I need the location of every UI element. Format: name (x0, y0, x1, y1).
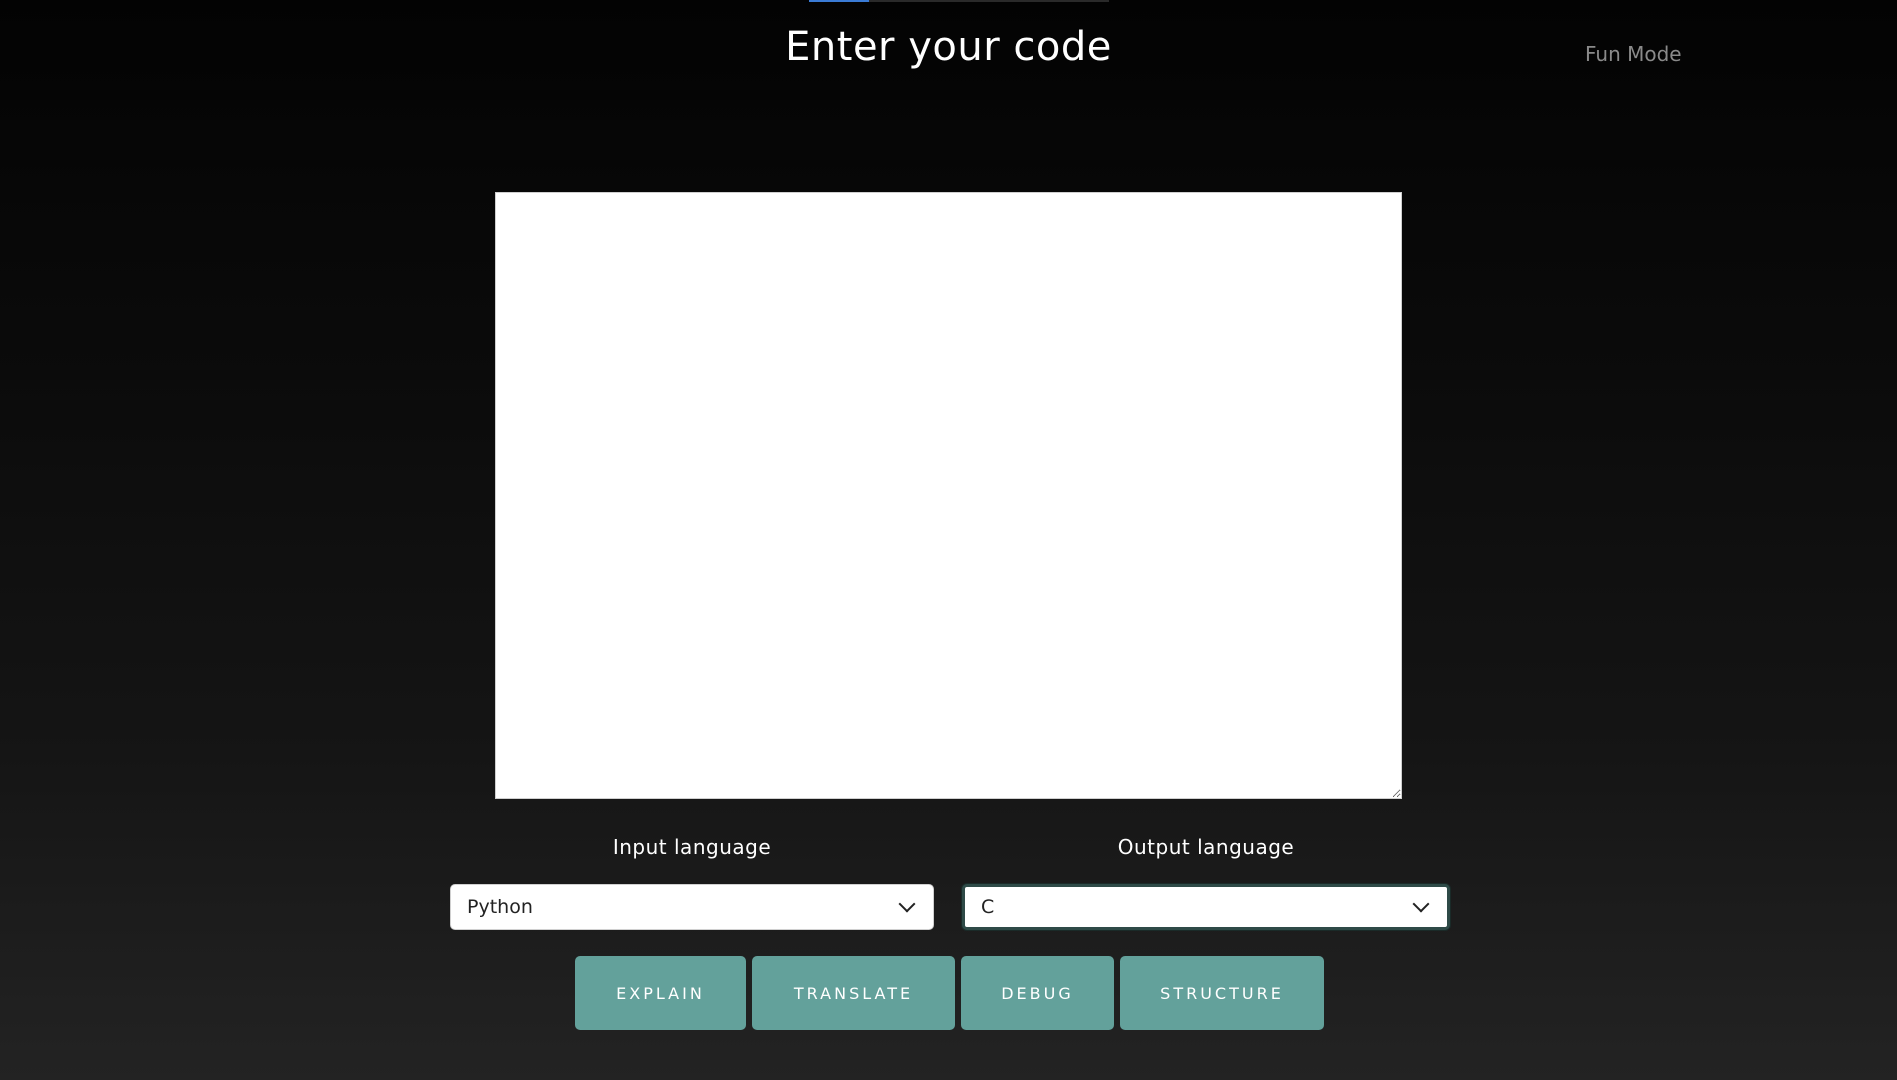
input-language-value: Python (467, 896, 533, 918)
input-language-label: Input language (612, 835, 772, 859)
structure-button[interactable]: STRUCTURE (1120, 956, 1324, 1030)
output-language-value: C (981, 896, 995, 918)
explain-button[interactable]: EXPLAIN (575, 956, 746, 1030)
top-nav-active-indicator (809, 0, 869, 2)
input-language-select[interactable]: Python (450, 884, 934, 930)
top-nav-indicator (809, 0, 1109, 2)
chevron-down-icon (898, 895, 916, 913)
debug-button[interactable]: DEBUG (961, 956, 1114, 1030)
fun-mode-link[interactable]: Fun Mode (1585, 42, 1682, 66)
chevron-down-icon (1412, 895, 1430, 913)
code-input[interactable] (495, 192, 1402, 799)
output-language-select[interactable]: C (962, 884, 1450, 930)
translate-button[interactable]: TRANSLATE (752, 956, 955, 1030)
output-language-label: Output language (1117, 835, 1295, 859)
